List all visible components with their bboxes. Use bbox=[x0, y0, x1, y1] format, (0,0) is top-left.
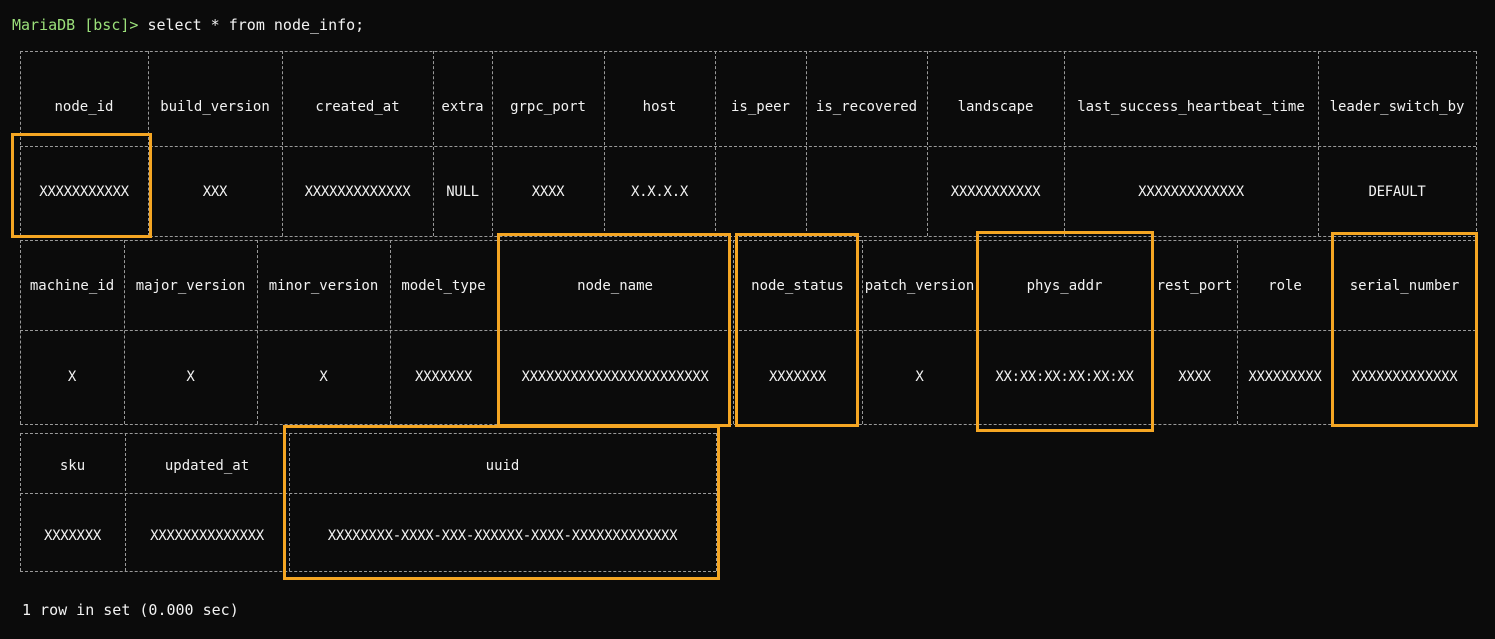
table1-header-cell: leader_switch_by bbox=[1329, 99, 1465, 115]
table1-border-col bbox=[1476, 51, 1477, 236]
table1-border-col bbox=[715, 51, 716, 236]
table2-border-col bbox=[124, 240, 125, 424]
table3-value-cell: XXXXXXX bbox=[44, 528, 101, 544]
table1-header-cell: extra bbox=[441, 99, 484, 115]
table2-header-cell: serial_number bbox=[1349, 278, 1460, 294]
table1-border-col bbox=[1318, 51, 1319, 236]
prompt-line: MariaDB [bsc]> select * from node_info; bbox=[12, 16, 364, 34]
table1-value-cell: X.X.X.X bbox=[631, 184, 688, 200]
table3-border-row bbox=[20, 571, 716, 572]
table2-value-cell: X bbox=[67, 369, 77, 385]
table2-border-col bbox=[497, 240, 498, 424]
table1-value-cell: XXXXXXXXXXX bbox=[950, 184, 1041, 200]
table1-header-cell: last_success_heartbeat_time bbox=[1077, 99, 1305, 115]
table1-header-cell: build_version bbox=[160, 99, 270, 115]
table1-value-cell bbox=[806, 179, 927, 205]
table2-value-cell: XXXXXXX bbox=[415, 369, 472, 385]
table1-value-cell: DEFAULT bbox=[1368, 184, 1426, 200]
table2-border-col bbox=[20, 240, 21, 424]
table1-border-col bbox=[492, 51, 493, 236]
table3-border-col bbox=[716, 433, 717, 571]
table2-value-cell: XXXXXXXXXXXXXXXXXXXXXXX bbox=[521, 369, 709, 385]
table2-value-cell: XXXXXXX bbox=[769, 369, 826, 385]
table2-header-cell: major_version bbox=[135, 278, 246, 294]
table1-border-col bbox=[433, 51, 434, 236]
table2-header-cell: rest_port bbox=[1156, 278, 1233, 294]
table1-border-row bbox=[20, 146, 1476, 147]
table2-value-cell: XX:XX:XX:XX:XX:XX bbox=[995, 369, 1134, 385]
table2-border-col bbox=[862, 240, 863, 424]
table2-value-cell: X bbox=[915, 369, 924, 385]
table3-header-cell: uuid bbox=[485, 458, 520, 474]
table1-value-cell: XXXXXXXXXXX bbox=[39, 184, 129, 200]
table1-border-col bbox=[806, 51, 807, 236]
table1-border-col bbox=[282, 51, 283, 236]
table1-value-cell: XXXXXXXXXXXXX bbox=[304, 184, 411, 200]
table2-border-row bbox=[20, 240, 1476, 241]
table1-value-cell: NULL bbox=[446, 184, 479, 200]
table2-border-col bbox=[1333, 240, 1334, 424]
table2-value-cell: XXXX bbox=[1178, 369, 1211, 385]
table2-header-cell: minor_version bbox=[268, 278, 379, 294]
table2-header-cell: patch_version bbox=[864, 278, 975, 294]
table2-border-col bbox=[977, 240, 978, 424]
table2-header-cell: node_name bbox=[577, 278, 653, 294]
table1-border-col bbox=[20, 51, 21, 236]
table1-value-cell bbox=[715, 179, 806, 205]
table2-header-cell: phys_addr bbox=[1026, 278, 1103, 294]
row-count-status: 1 row in set (0.000 sec) bbox=[22, 601, 239, 619]
table1-header-cell: node_id bbox=[54, 99, 114, 115]
table2-border-col bbox=[257, 240, 258, 424]
table1-header-cell: grpc_port bbox=[510, 99, 586, 115]
table1-value-cell: XXXX bbox=[531, 184, 565, 200]
mariadb-prompt: MariaDB [bsc]> bbox=[12, 16, 139, 34]
table1-border-row bbox=[20, 51, 1476, 52]
table3-header-cell: sku bbox=[59, 458, 86, 474]
table1-value-cell: XXX bbox=[202, 184, 228, 200]
table1-header-cell: landscape bbox=[957, 99, 1034, 115]
highlight-phys-addr bbox=[976, 231, 1154, 432]
table2-value-cell: X bbox=[319, 369, 328, 385]
table1-border-row bbox=[20, 236, 1476, 237]
table3-header-cell: updated_at bbox=[164, 458, 250, 474]
table1-header-cell: created_at bbox=[315, 99, 400, 115]
table1-border-col bbox=[1064, 51, 1065, 236]
table1-value-cell: XXXXXXXXXXXXX bbox=[1138, 184, 1244, 200]
table1-header-cell: is_peer bbox=[730, 99, 790, 115]
table2-border-col bbox=[1152, 240, 1153, 424]
table1-border-col bbox=[148, 51, 149, 236]
table1-header-cell: is_recovered bbox=[815, 99, 918, 115]
table2-border-col bbox=[390, 240, 391, 424]
table2-value-cell: XXXXXXXXX bbox=[1248, 369, 1322, 385]
table2-header-cell: node_status bbox=[751, 278, 844, 294]
table2-border-col bbox=[1476, 240, 1477, 424]
table2-header-cell: role bbox=[1268, 278, 1302, 294]
table2-value-cell: X bbox=[186, 369, 195, 385]
highlight-uuid bbox=[283, 425, 720, 580]
sql-command: select * from node_info; bbox=[138, 16, 365, 34]
table1-border-col bbox=[604, 51, 605, 236]
table2-header-cell: machine_id bbox=[29, 278, 115, 294]
table2-header-cell: model_type bbox=[401, 278, 486, 294]
table2-border-row bbox=[20, 330, 1476, 331]
table3-value-cell: XXXXXXXX-XXXX-XXX-XXXXXX-XXXX-XXXXXXXXXX… bbox=[327, 528, 678, 544]
table2-border-col bbox=[733, 240, 734, 424]
table2-value-cell: XXXXXXXXXXXXX bbox=[1351, 369, 1458, 385]
table1-border-col bbox=[927, 51, 928, 236]
table3-value-cell: XXXXXXXXXXXXXX bbox=[150, 528, 264, 544]
table2-border-row bbox=[20, 424, 1476, 425]
table1-header-cell: host bbox=[642, 99, 677, 115]
table2-border-col bbox=[1237, 240, 1238, 424]
